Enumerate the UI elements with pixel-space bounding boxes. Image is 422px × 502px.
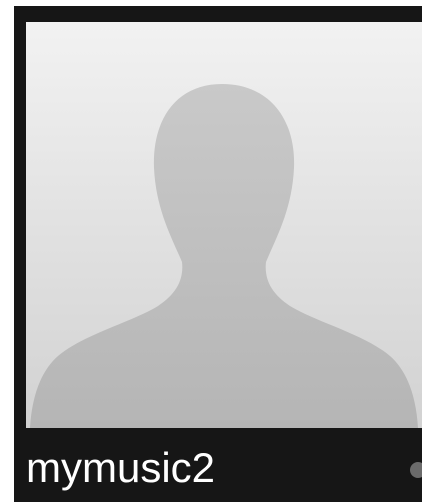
profile-card[interactable]: mymusic2 <box>14 6 422 502</box>
status-dot-icon <box>410 462 422 478</box>
default-person-silhouette-icon <box>30 84 418 428</box>
username-label[interactable]: mymusic2 <box>26 444 215 492</box>
name-bar: mymusic2 <box>14 428 422 502</box>
avatar[interactable] <box>26 22 422 428</box>
